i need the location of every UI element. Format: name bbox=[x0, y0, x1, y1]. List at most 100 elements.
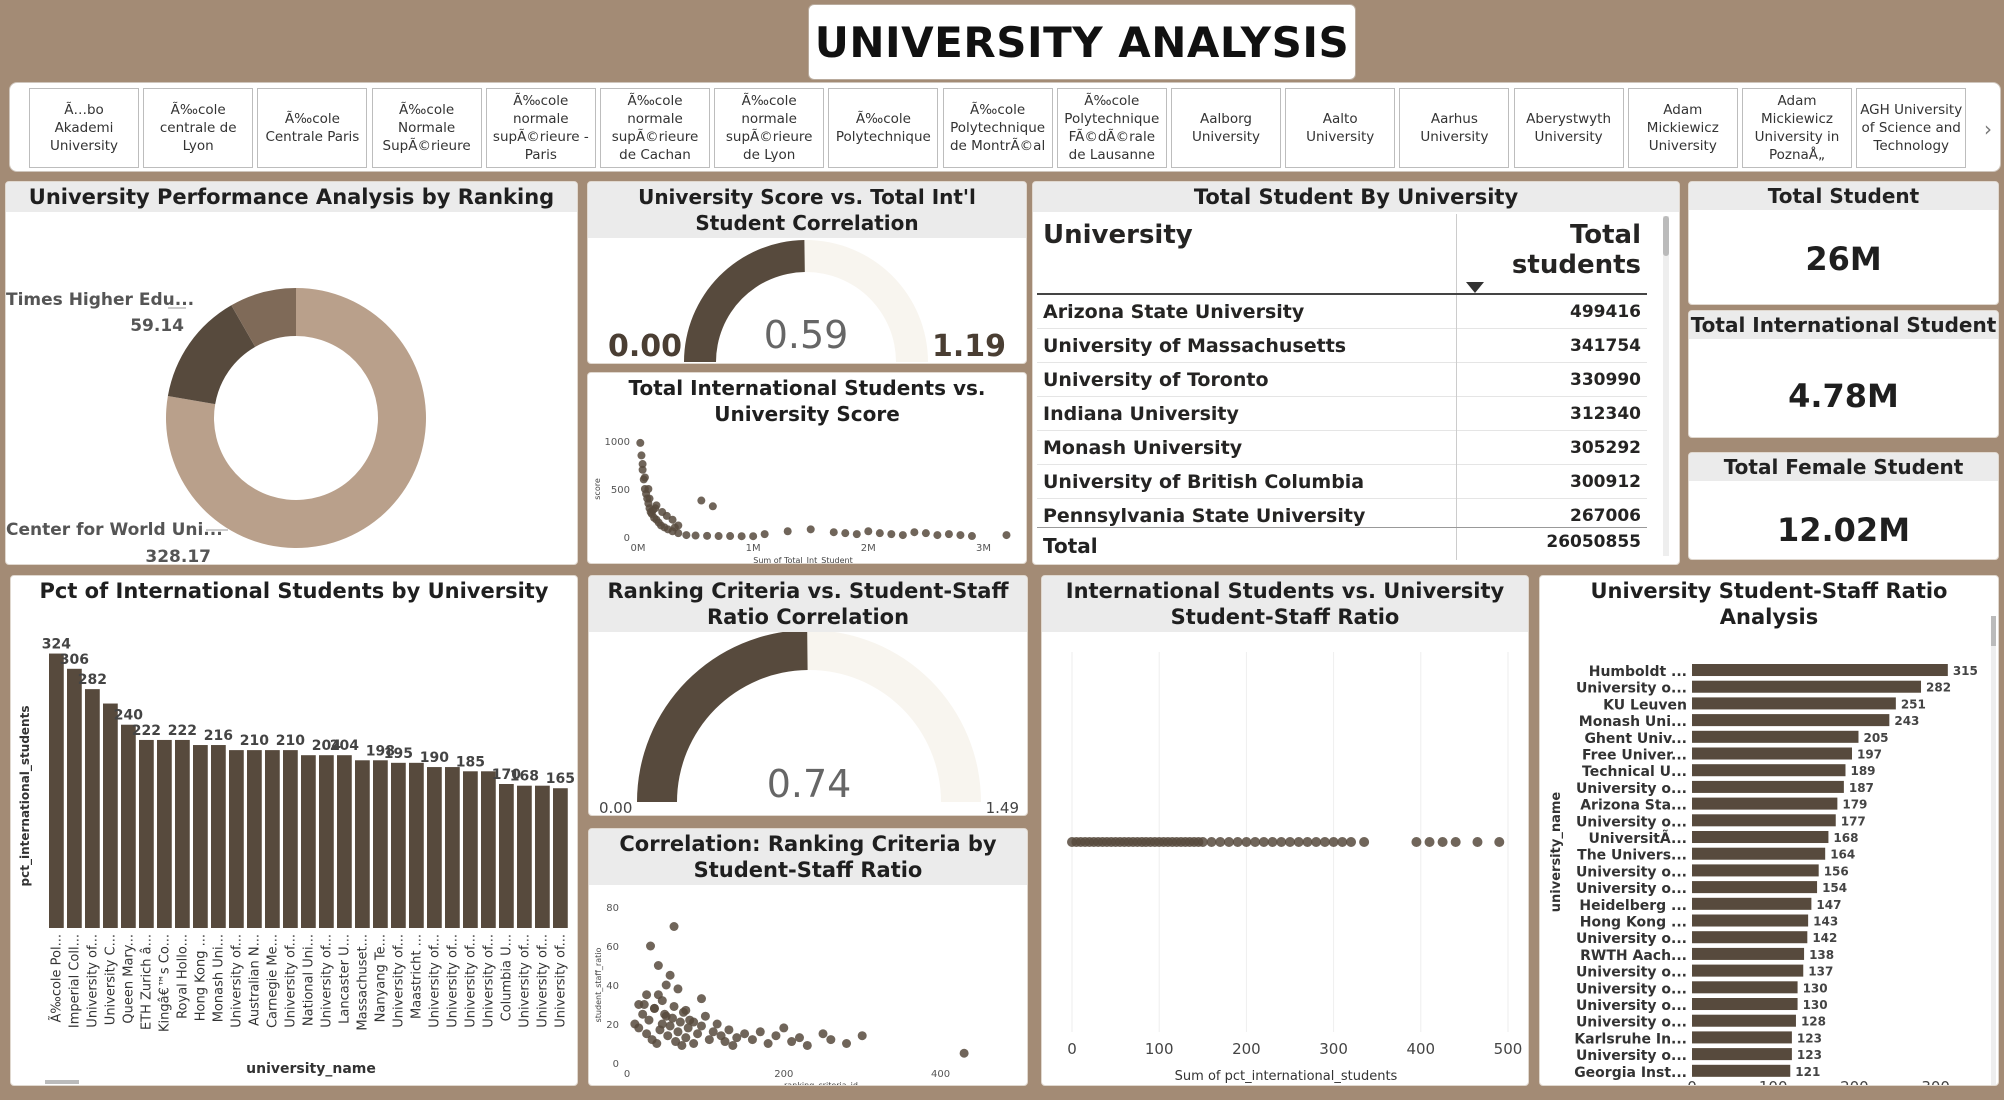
scatter-point[interactable] bbox=[646, 941, 656, 951]
scatter-point[interactable] bbox=[645, 494, 654, 503]
scatter-point[interactable] bbox=[670, 523, 679, 532]
bar[interactable] bbox=[319, 755, 334, 928]
slicer-item[interactable]: Ã‰cole Centrale Paris bbox=[257, 88, 368, 168]
slicer-item[interactable]: Ã‰cole normale supÃ©rieure de Lyon bbox=[714, 88, 825, 168]
scatter-point[interactable] bbox=[1424, 837, 1435, 847]
bar[interactable] bbox=[121, 724, 136, 928]
bar[interactable] bbox=[103, 703, 118, 928]
bar[interactable] bbox=[1692, 847, 1826, 860]
scatter-point[interactable] bbox=[677, 1040, 687, 1050]
slicer-item[interactable]: Aalto University bbox=[1285, 88, 1396, 168]
slicer-item[interactable]: Aarhus University bbox=[1399, 88, 1510, 168]
scatter-point[interactable] bbox=[657, 1019, 667, 1029]
scatter-point[interactable] bbox=[642, 990, 652, 1000]
scatter-point[interactable] bbox=[898, 531, 907, 540]
table-row[interactable]: Indiana University 312340 bbox=[1037, 396, 1647, 431]
bar[interactable] bbox=[247, 750, 262, 928]
scatter-point[interactable] bbox=[708, 502, 717, 511]
bar[interactable] bbox=[1692, 714, 1890, 727]
bar[interactable] bbox=[463, 771, 478, 928]
scatter-point[interactable] bbox=[661, 980, 671, 990]
scatter-point[interactable] bbox=[673, 984, 683, 994]
bar[interactable] bbox=[517, 785, 532, 928]
scatter-point[interactable] bbox=[636, 438, 645, 447]
bar[interactable] bbox=[1692, 931, 1808, 944]
bar[interactable] bbox=[85, 689, 100, 928]
scatter-point[interactable] bbox=[959, 1048, 969, 1058]
slicer-item[interactable]: Ã‰cole centrale de Lyon bbox=[143, 88, 254, 168]
bar[interactable] bbox=[355, 760, 370, 928]
bar[interactable] bbox=[1692, 780, 1844, 793]
scatter-point[interactable] bbox=[663, 1031, 673, 1041]
scatter-point[interactable] bbox=[944, 530, 953, 539]
table-row[interactable]: University of British Columbia 300912 bbox=[1037, 464, 1647, 499]
scatter-point[interactable] bbox=[852, 530, 861, 539]
bar[interactable] bbox=[409, 762, 424, 928]
scatter-point[interactable] bbox=[1411, 837, 1422, 847]
h-scrollbar[interactable] bbox=[45, 1080, 79, 1084]
table-row[interactable]: Monash University 305292 bbox=[1037, 430, 1647, 465]
scatter-point[interactable] bbox=[1328, 837, 1339, 847]
scatter-point[interactable] bbox=[921, 529, 930, 538]
slicer-item[interactable]: Ã…bo Akademi University bbox=[29, 88, 139, 168]
bar[interactable] bbox=[1692, 747, 1852, 760]
scatter-point[interactable] bbox=[681, 1005, 691, 1015]
scatter-point[interactable] bbox=[771, 1031, 781, 1041]
bar[interactable] bbox=[1692, 947, 1805, 960]
slicer-item[interactable]: Adam Mickiewicz University in PoznaÅ„ bbox=[1742, 88, 1852, 168]
scatter-point[interactable] bbox=[665, 970, 675, 980]
scatter-point[interactable] bbox=[658, 508, 667, 517]
scatter-point[interactable] bbox=[726, 532, 735, 541]
scatter-point[interactable] bbox=[728, 1040, 738, 1050]
slicer-item[interactable]: Ã‰cole Polytechnique de MontrÃ©al bbox=[942, 88, 1053, 168]
scatter-point[interactable] bbox=[696, 1021, 706, 1031]
scatter-point[interactable] bbox=[1472, 837, 1483, 847]
scatter-point[interactable] bbox=[1359, 837, 1370, 847]
bar[interactable] bbox=[1692, 730, 1859, 743]
bar[interactable] bbox=[1692, 864, 1819, 877]
bar[interactable] bbox=[139, 739, 154, 928]
scatter-point[interactable] bbox=[910, 528, 919, 537]
slicer-item[interactable]: Ã‰cole Polytechnique bbox=[828, 88, 939, 168]
scatter-point[interactable] bbox=[1250, 837, 1261, 847]
bar[interactable] bbox=[1692, 764, 1846, 777]
scatter-point[interactable] bbox=[714, 532, 723, 541]
scatter-point[interactable] bbox=[1494, 837, 1505, 847]
scatter-point[interactable] bbox=[749, 532, 758, 541]
scatter-point[interactable] bbox=[1232, 837, 1243, 847]
bar[interactable] bbox=[1692, 1064, 1791, 1077]
scatter-point[interactable] bbox=[703, 531, 712, 540]
scatter-point[interactable] bbox=[842, 1039, 852, 1048]
bar[interactable] bbox=[1692, 797, 1838, 810]
bar[interactable] bbox=[445, 767, 460, 928]
scatter-point[interactable] bbox=[783, 527, 792, 536]
scatter-point[interactable] bbox=[665, 1021, 675, 1031]
hbar-scrollbar[interactable] bbox=[1991, 616, 1996, 1085]
scatter-point[interactable] bbox=[691, 531, 700, 540]
bar[interactable] bbox=[1692, 881, 1818, 894]
scatter-point[interactable] bbox=[760, 530, 769, 539]
bar[interactable] bbox=[265, 750, 280, 928]
scatter-point[interactable] bbox=[737, 532, 746, 541]
scatter-point[interactable] bbox=[644, 485, 653, 493]
bar[interactable] bbox=[373, 760, 388, 928]
bar[interactable] bbox=[1692, 1014, 1796, 1027]
scatter-point[interactable] bbox=[747, 1035, 757, 1045]
slicer-item[interactable]: Ã‰cole normale supÃ©rieure de Cachan bbox=[600, 88, 710, 168]
scatter-point[interactable] bbox=[864, 527, 873, 536]
scatter-point[interactable] bbox=[1285, 837, 1295, 847]
bar[interactable] bbox=[1692, 1048, 1792, 1061]
scatter-point[interactable] bbox=[1241, 837, 1252, 847]
scatter-point[interactable] bbox=[1223, 837, 1234, 847]
scatter-point[interactable] bbox=[712, 1019, 722, 1029]
scatter-point[interactable] bbox=[644, 1015, 654, 1025]
sort-desc-icon[interactable] bbox=[1466, 282, 1484, 293]
bar[interactable] bbox=[1692, 981, 1798, 994]
scatter-point[interactable] bbox=[689, 1039, 699, 1048]
scatter-point[interactable] bbox=[649, 1003, 659, 1013]
scatter-point[interactable] bbox=[841, 529, 850, 538]
scatter-point[interactable] bbox=[802, 1040, 812, 1050]
bar[interactable] bbox=[1692, 964, 1804, 977]
bar[interactable] bbox=[553, 788, 568, 928]
scatter-point[interactable] bbox=[1258, 837, 1269, 847]
